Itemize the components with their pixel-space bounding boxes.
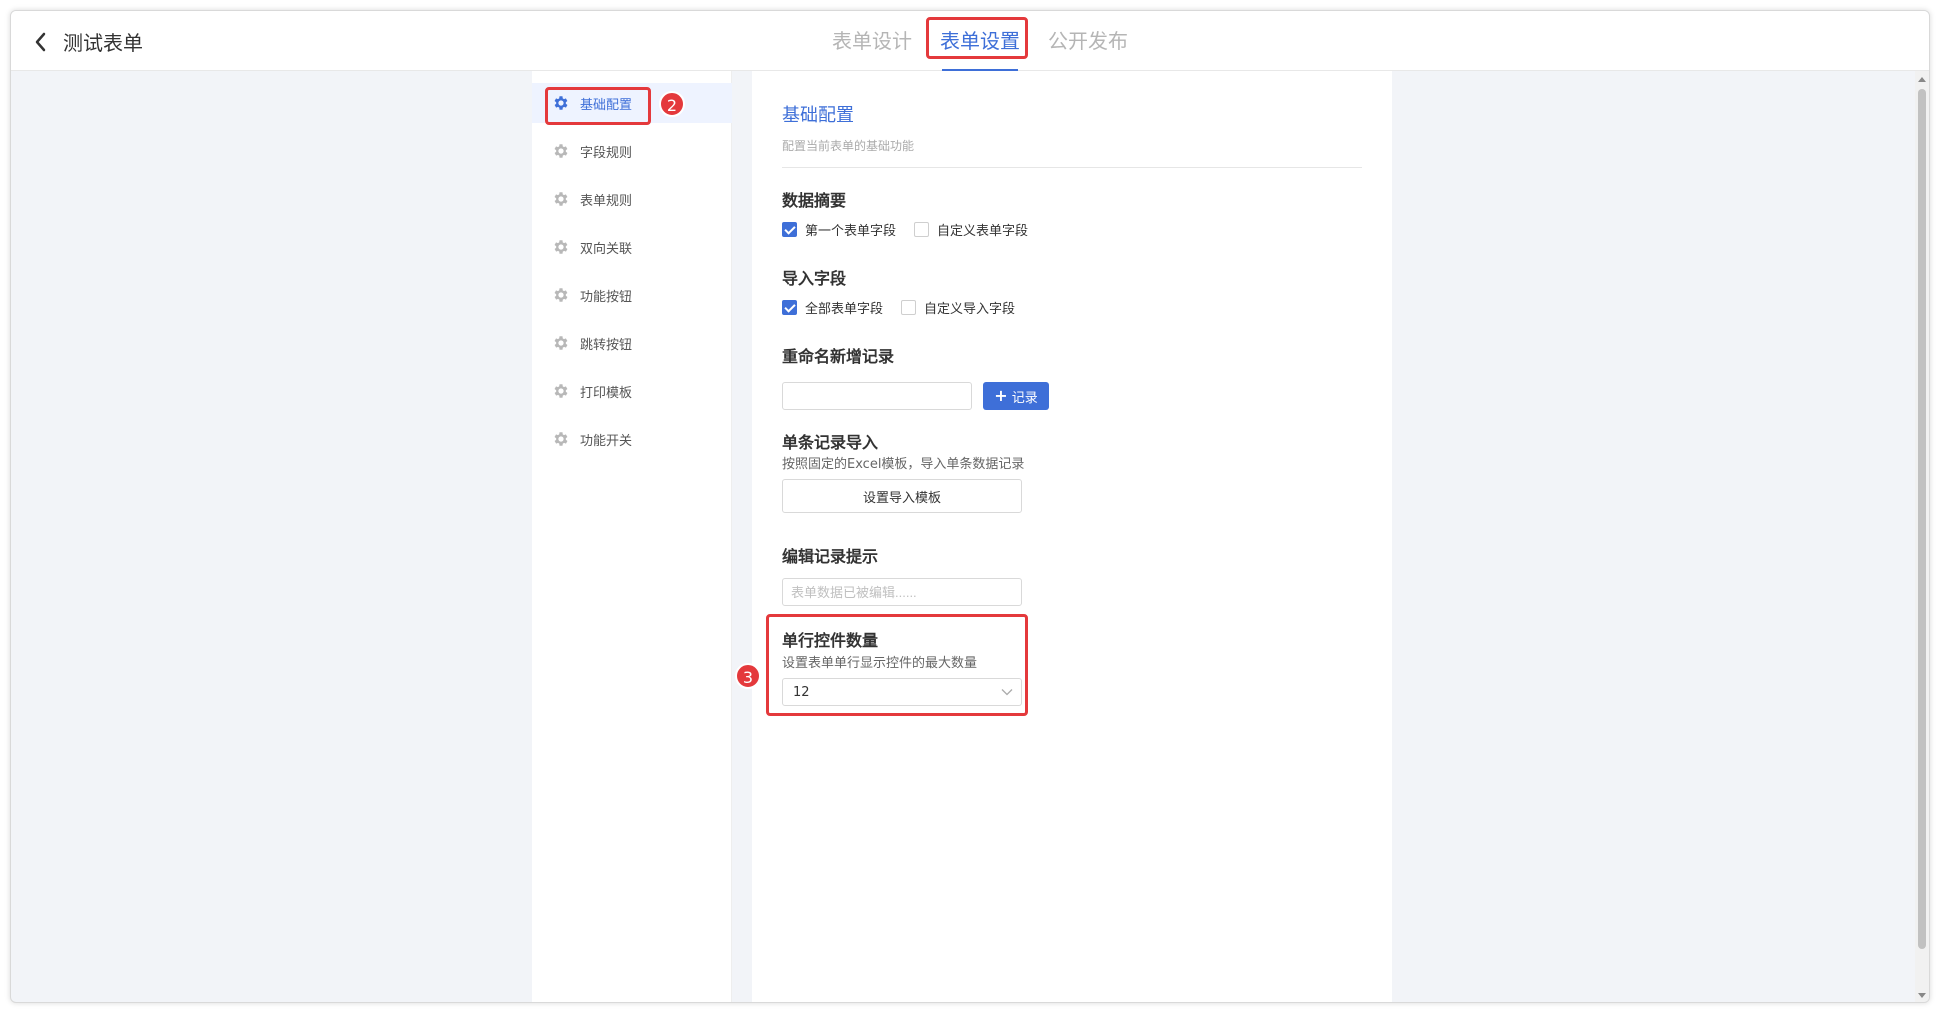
data-summary-option-first-field[interactable]: 第一个表单字段: [782, 220, 896, 239]
plus-icon: +: [994, 386, 1008, 405]
scroll-thumb[interactable]: [1918, 89, 1926, 949]
set-import-template-button[interactable]: 设置导入模板: [782, 479, 1022, 513]
chevron-left-icon: [35, 32, 46, 51]
sidebar-item-jump-buttons[interactable]: 跳转按钮: [532, 323, 732, 363]
gear-icon: [554, 240, 568, 254]
import-fields-option-custom[interactable]: 自定义导入字段: [901, 298, 1015, 317]
rename-record-input[interactable]: [782, 382, 972, 410]
sidebar-item-feature-switches[interactable]: 功能开关: [532, 419, 732, 459]
back-button[interactable]: 测试表单: [33, 27, 143, 56]
add-record-button-label: 记录: [1011, 390, 1038, 406]
import-fields-label: 导入字段: [782, 269, 847, 288]
chevron-down-icon: [1001, 689, 1013, 696]
sidebar-item-label: 字段规则: [580, 145, 633, 161]
vertical-scrollbar[interactable]: [1915, 71, 1929, 1002]
select-value: 12: [793, 684, 810, 700]
single-import-hint: 按照固定的Excel模板，导入单条数据记录: [782, 457, 1025, 472]
sidebar-item-label: 功能按钮: [580, 289, 633, 305]
gear-icon: [554, 288, 568, 302]
tab-form-design[interactable]: 表单设计: [826, 19, 918, 63]
gear-icon: [554, 336, 568, 350]
section-description: 配置当前表单的基础功能: [782, 139, 915, 153]
edit-hint-label: 编辑记录提示: [782, 547, 879, 566]
checkbox-label: 自定义表单字段: [937, 224, 1029, 239]
step-marker-2: 2: [659, 91, 685, 117]
row-controls-label: 单行控件数量: [782, 631, 879, 650]
sidebar-item-print-template[interactable]: 打印模板: [532, 371, 732, 411]
data-summary-option-custom-field[interactable]: 自定义表单字段: [914, 220, 1028, 239]
top-bar: 测试表单 表单设计 表单设置 公开发布: [11, 11, 1929, 71]
data-summary-options: 第一个表单字段 自定义表单字段: [782, 220, 1046, 239]
sidebar-item-form-rules[interactable]: 表单规则: [532, 179, 732, 219]
tab-bar: 表单设计 表单设置 公开发布: [826, 19, 1134, 71]
checkbox-checked[interactable]: [782, 222, 797, 237]
tab-publish[interactable]: 公开发布: [1042, 19, 1134, 63]
sidebar-item-label: 表单规则: [580, 193, 633, 209]
sidebar-item-function-buttons[interactable]: 功能按钮: [532, 275, 732, 315]
add-record-button[interactable]: + 记录: [983, 382, 1049, 410]
scroll-up-icon[interactable]: [1918, 77, 1926, 82]
sidebar-item-bidirectional-link[interactable]: 双向关联: [532, 227, 732, 267]
import-fields-option-all[interactable]: 全部表单字段: [782, 298, 883, 317]
scroll-down-icon[interactable]: [1918, 993, 1926, 998]
app-window: 测试表单 表单设计 表单设置 公开发布 1 基础配置 字段规则 表单规则 双向关…: [10, 10, 1930, 1003]
sidebar-item-label: 打印模板: [580, 385, 633, 401]
step-marker-3: 3: [735, 663, 761, 689]
settings-panel: 基础配置 配置当前表单的基础功能 数据摘要 第一个表单字段 自定义表单字段 导入…: [752, 71, 1392, 1002]
page-title: 测试表单: [63, 31, 143, 55]
data-summary-label: 数据摘要: [782, 191, 847, 210]
checkbox-unchecked[interactable]: [914, 222, 930, 237]
checkbox-checked[interactable]: [782, 300, 797, 315]
sidebar-item-label: 跳转按钮: [580, 337, 633, 353]
edit-hint-input[interactable]: [782, 578, 1022, 606]
settings-sidebar: 基础配置 字段规则 表单规则 双向关联 功能按钮 跳转按钮 打印模板 功能开关: [532, 71, 732, 1002]
sidebar-item-label: 双向关联: [580, 241, 633, 257]
gear-icon: [554, 384, 568, 398]
checkbox-label: 全部表单字段: [805, 302, 884, 317]
checkbox-label: 自定义导入字段: [924, 302, 1016, 317]
sidebar-item-basic-config[interactable]: 基础配置: [532, 83, 732, 123]
import-fields-options: 全部表单字段 自定义导入字段: [782, 298, 1033, 317]
gear-icon: [554, 96, 568, 110]
checkbox-label: 第一个表单字段: [805, 224, 897, 239]
row-controls-hint: 设置表单单行显示控件的最大数量: [782, 656, 978, 671]
gear-icon: [554, 144, 568, 158]
section-title: 基础配置: [782, 105, 854, 126]
rename-record-label: 重命名新增记录: [782, 347, 895, 366]
divider: [782, 167, 1362, 168]
tab-form-settings[interactable]: 表单设置: [934, 19, 1026, 71]
sidebar-item-field-rules[interactable]: 字段规则: [532, 131, 732, 171]
sidebar-item-label: 基础配置: [580, 97, 633, 113]
sidebar-item-label: 功能开关: [580, 433, 633, 449]
gear-icon: [554, 192, 568, 206]
checkbox-unchecked[interactable]: [901, 300, 917, 315]
row-controls-select[interactable]: 12: [782, 678, 1022, 706]
gear-icon: [554, 432, 568, 446]
single-import-label: 单条记录导入: [782, 433, 879, 452]
